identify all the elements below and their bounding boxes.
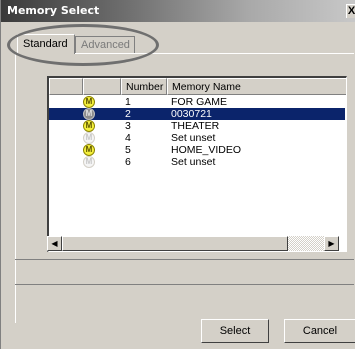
- scrollbar-thumb[interactable]: [62, 236, 288, 251]
- list-item-selected[interactable]: M 2 0030721: [49, 108, 345, 120]
- scroll-left-arrow-icon[interactable]: ◀: [47, 236, 62, 251]
- select-button[interactable]: Select: [201, 319, 269, 343]
- memory-list[interactable]: Number Memory Name M 1 FOR GAME M 2 0030…: [47, 76, 347, 252]
- row-memory-name: THEATER: [171, 120, 220, 132]
- tab-advanced[interactable]: Advanced: [75, 36, 135, 53]
- list-item[interactable]: M 3 THEATER: [49, 120, 345, 132]
- cancel-button[interactable]: Cancel: [284, 319, 355, 343]
- list-item[interactable]: M 6 Set unset: [49, 156, 345, 168]
- horizontal-scrollbar[interactable]: ◀ ▶: [47, 236, 339, 251]
- header-number[interactable]: Number: [121, 78, 167, 95]
- header-blank: [49, 78, 83, 95]
- row-number: 2: [125, 108, 131, 120]
- row-memory-name: 0030721: [171, 108, 212, 120]
- memory-m-icon: M: [83, 156, 95, 168]
- memory-m-icon: M: [83, 132, 95, 144]
- memory-m-icon: M: [83, 144, 95, 156]
- scroll-right-arrow-icon[interactable]: ▶: [324, 236, 339, 251]
- tab-standard[interactable]: Standard: [17, 34, 75, 54]
- row-memory-name: FOR GAME: [171, 96, 228, 108]
- row-number: 4: [125, 132, 131, 144]
- row-memory-name: HOME_VIDEO: [171, 144, 242, 156]
- row-number: 1: [125, 96, 131, 108]
- divider: [15, 284, 354, 285]
- memory-m-icon: M: [83, 108, 95, 120]
- row-memory-name: Set unset: [171, 156, 216, 168]
- row-memory-name: Set unset: [171, 132, 216, 144]
- row-number: 5: [125, 144, 131, 156]
- title-bar[interactable]: Memory Select X: [1, 0, 355, 22]
- header-icon-col[interactable]: [83, 78, 121, 95]
- close-button[interactable]: X: [346, 4, 355, 18]
- window-title: Memory Select: [7, 4, 100, 17]
- header-memory-name[interactable]: Memory Name: [167, 78, 346, 95]
- list-item[interactable]: M 1 FOR GAME: [49, 96, 345, 108]
- list-item[interactable]: M 5 HOME_VIDEO: [49, 144, 345, 156]
- row-number: 3: [125, 120, 131, 132]
- list-header: Number Memory Name: [49, 78, 346, 95]
- row-number: 6: [125, 156, 131, 168]
- memory-m-icon: M: [83, 120, 95, 132]
- list-item[interactable]: M 4 Set unset: [49, 132, 345, 144]
- memory-m-icon: M: [83, 96, 95, 108]
- memory-select-window: Memory Select X Standard Advanced Number…: [0, 0, 355, 349]
- divider: [15, 259, 354, 260]
